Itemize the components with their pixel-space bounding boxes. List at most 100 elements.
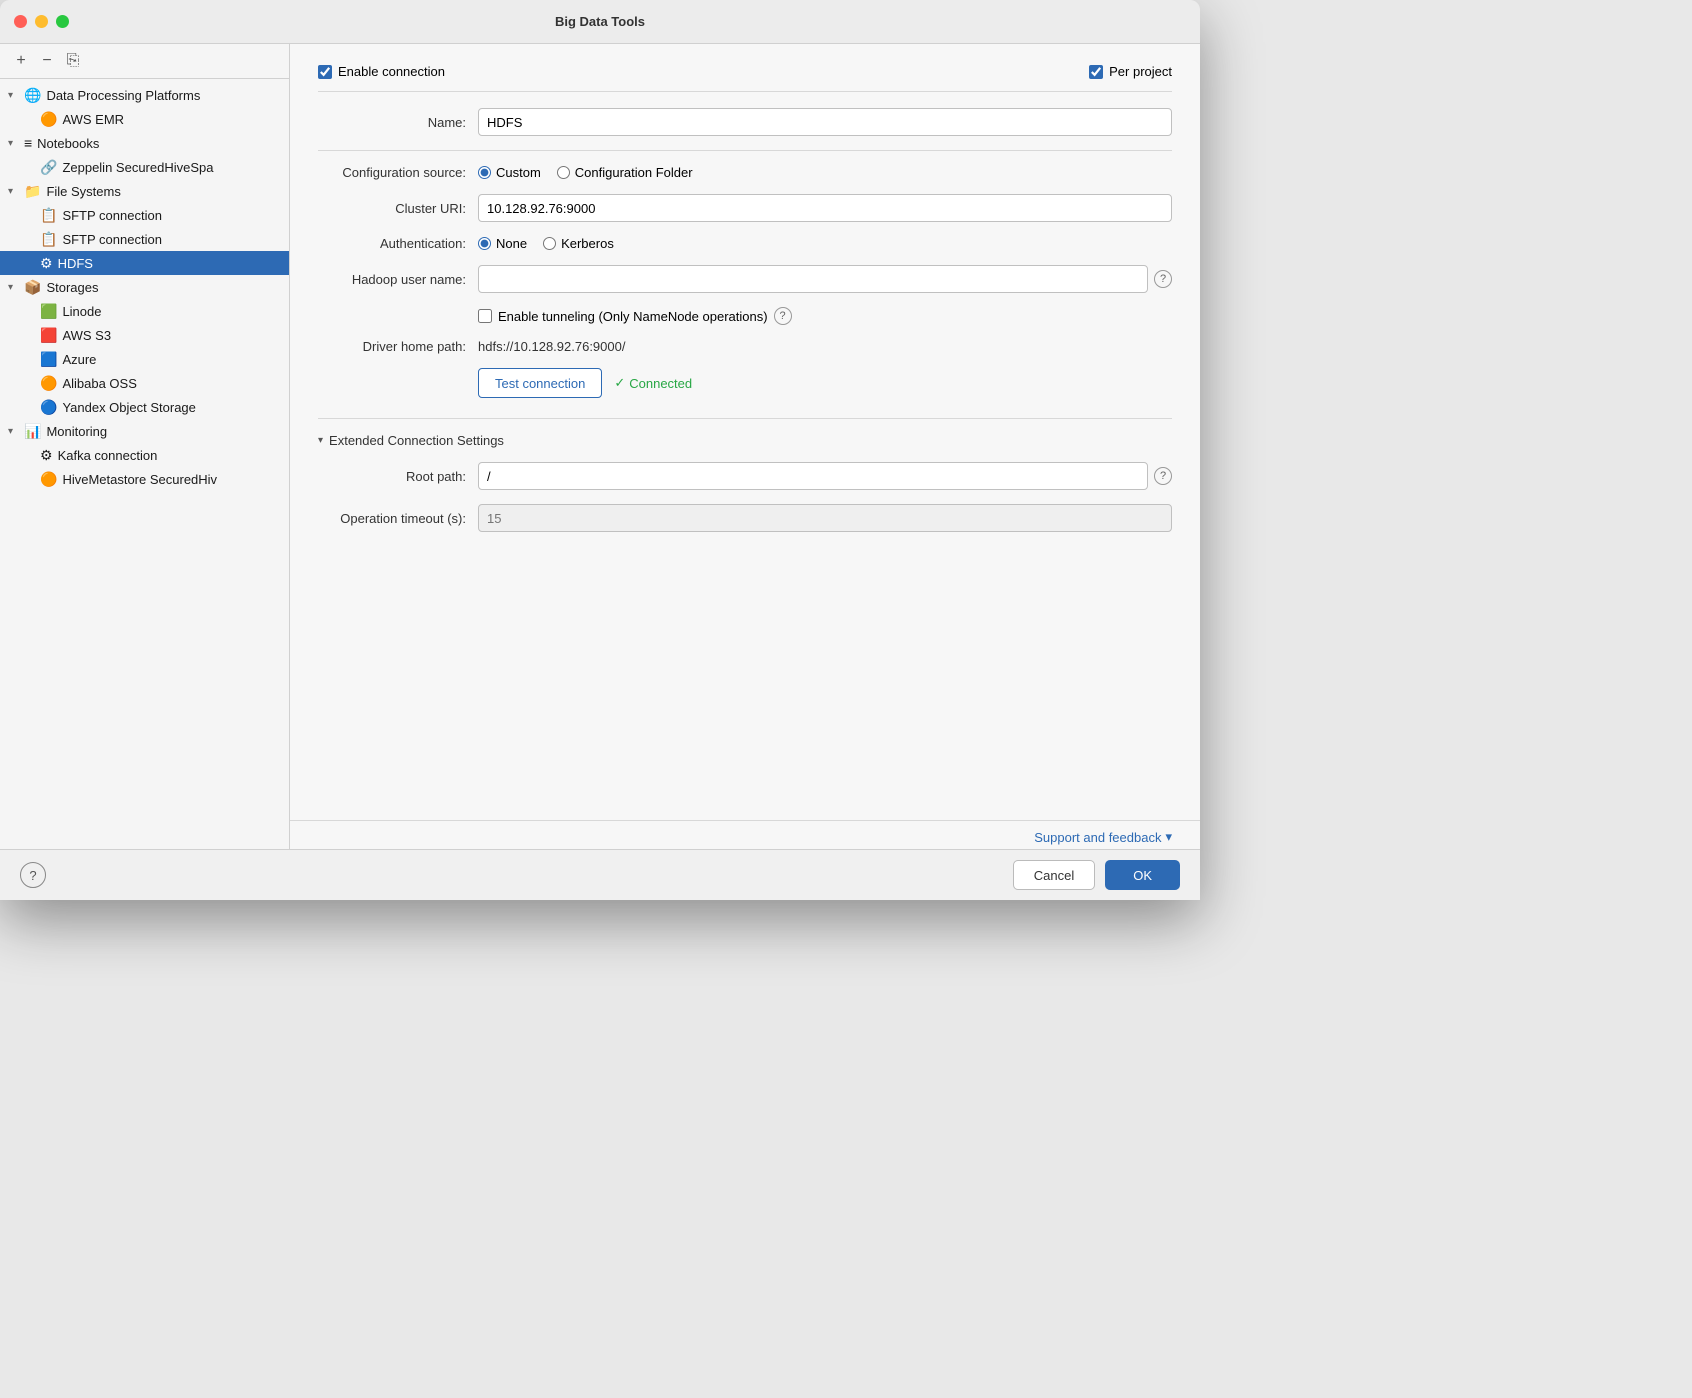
kerberos-radio-label[interactable]: Kerberos <box>543 236 614 251</box>
close-button[interactable] <box>14 15 27 28</box>
copy-button[interactable]: ⎘ <box>62 50 84 72</box>
tunneling-help-icon[interactable]: ? <box>774 307 792 325</box>
top-options-row: Enable connection Per project <box>318 64 1172 92</box>
cluster-uri-input[interactable] <box>478 194 1172 222</box>
title-bar: Big Data Tools <box>0 0 1200 44</box>
enable-connection-label[interactable]: Enable connection <box>318 64 445 79</box>
tree-item-storages[interactable]: ▾📦Storages <box>0 275 289 299</box>
ok-button[interactable]: OK <box>1105 860 1180 890</box>
config-folder-radio-label[interactable]: Configuration Folder <box>557 165 693 180</box>
tree-item-file-systems[interactable]: ▾📁File Systems <box>0 179 289 203</box>
tree-item-sftp-1[interactable]: 📋 SFTP connection <box>0 203 289 227</box>
tree-item-aws-s3[interactable]: 🟥 AWS S3 <box>0 323 289 347</box>
tree-item-label: AWS EMR <box>62 112 124 127</box>
tree-item-linode[interactable]: 🟩 Linode <box>0 299 289 323</box>
extended-settings-header[interactable]: ▾ Extended Connection Settings <box>318 433 1172 448</box>
remove-button[interactable]: − <box>36 50 58 72</box>
tree-item-label: SFTP connection <box>62 208 161 223</box>
name-label: Name: <box>318 115 478 130</box>
config-source-radio-group: Custom Configuration Folder <box>478 165 693 180</box>
per-project-checkbox[interactable] <box>1089 65 1103 79</box>
tree-arrow-icon: ▾ <box>8 138 22 149</box>
maximize-button[interactable] <box>56 15 69 28</box>
operation-timeout-label: Operation timeout (s): <box>318 511 478 526</box>
tree-item-icon: 🟠 <box>40 111 57 128</box>
root-path-input[interactable] <box>478 462 1148 490</box>
tree-item-label: Zeppelin SecuredHiveSpa <box>62 160 213 175</box>
extended-arrow-icon: ▾ <box>318 435 323 446</box>
driver-home-value: hdfs://10.128.92.76:9000/ <box>478 339 625 354</box>
tree-item-icon: 📁 <box>24 183 41 200</box>
name-input[interactable] <box>478 108 1172 136</box>
tree-item-notebooks[interactable]: ▾≡ Notebooks <box>0 131 289 155</box>
tree-item-hdfs[interactable]: ⚙HDFS <box>0 251 289 275</box>
enable-tunneling-label[interactable]: Enable tunneling (Only NameNode operatio… <box>478 309 768 324</box>
tree-item-icon: 🟥 <box>40 327 57 344</box>
tree-item-alibaba[interactable]: 🟠Alibaba OSS <box>0 371 289 395</box>
tree-item-sftp-2[interactable]: 📋 SFTP connection <box>0 227 289 251</box>
section-divider <box>318 418 1172 419</box>
hadoop-user-help-icon[interactable]: ? <box>1154 270 1172 288</box>
tree-item-label: SFTP connection <box>62 232 161 247</box>
help-button[interactable]: ? <box>20 862 46 888</box>
hadoop-user-label: Hadoop user name: <box>318 272 478 287</box>
kerberos-radio[interactable] <box>543 237 556 250</box>
cluster-uri-row: Cluster URI: <box>318 194 1172 222</box>
tree-item-icon: 🟩 <box>40 303 57 320</box>
tree-item-hivemeta[interactable]: 🟠HiveMetastore SecuredHiv <box>0 467 289 491</box>
tree-item-label: Storages <box>46 280 98 295</box>
support-row: Support and feedback ▾ <box>290 820 1200 849</box>
none-radio-label[interactable]: None <box>478 236 527 251</box>
tree-item-label: Alibaba OSS <box>62 376 136 391</box>
tree-item-zeppelin[interactable]: 🔗 Zeppelin SecuredHiveSpa <box>0 155 289 179</box>
support-feedback-link[interactable]: Support and feedback ▾ <box>1034 829 1172 845</box>
per-project-label[interactable]: Per project <box>1089 64 1172 79</box>
tree-item-label: Notebooks <box>37 136 99 151</box>
tree-item-data-processing[interactable]: ▾🌐Data Processing Platforms <box>0 83 289 107</box>
auth-radio-group: None Kerberos <box>478 236 614 251</box>
enable-connection-checkbox[interactable] <box>318 65 332 79</box>
right-panel: Enable connection Per project Name: Conf… <box>290 44 1200 849</box>
hadoop-user-input[interactable] <box>478 265 1148 293</box>
root-path-help-icon[interactable]: ? <box>1154 467 1172 485</box>
hadoop-user-row: Hadoop user name: ? <box>318 265 1172 293</box>
tree-item-icon: ≡ <box>24 135 32 151</box>
none-radio[interactable] <box>478 237 491 250</box>
cluster-uri-label: Cluster URI: <box>318 201 478 216</box>
tree-item-icon: ⚙ <box>40 447 53 464</box>
root-path-label: Root path: <box>318 469 478 484</box>
tree-arrow-icon: ▾ <box>8 186 22 197</box>
tree-item-label: AWS S3 <box>62 328 111 343</box>
tree-item-aws-emr[interactable]: 🟠 AWS EMR <box>0 107 289 131</box>
test-connection-button[interactable]: Test connection <box>478 368 602 398</box>
custom-radio[interactable] <box>478 166 491 179</box>
chevron-down-icon: ▾ <box>1165 829 1172 845</box>
tree-item-icon: 🔗 <box>40 159 57 176</box>
cancel-button[interactable]: Cancel <box>1013 860 1095 890</box>
config-folder-radio[interactable] <box>557 166 570 179</box>
tree: ▾🌐Data Processing Platforms🟠AWS EMR▾≡Not… <box>0 79 289 849</box>
action-buttons: Cancel OK <box>1013 860 1180 890</box>
test-connection-row: Test connection ✓ Connected <box>318 368 1172 398</box>
tree-item-icon: 📊 <box>24 423 41 440</box>
tree-item-label: Linode <box>62 304 101 319</box>
tree-item-icon: ⚙ <box>40 255 53 272</box>
connected-status: ✓ Connected <box>614 375 692 391</box>
traffic-lights[interactable] <box>14 15 69 28</box>
tree-item-monitoring[interactable]: ▾📊Monitoring <box>0 419 289 443</box>
name-row: Name: <box>318 108 1172 151</box>
tree-item-yandex[interactable]: 🔵Yandex Object Storage <box>0 395 289 419</box>
tree-item-kafka[interactable]: ⚙Kafka connection <box>0 443 289 467</box>
enable-tunneling-checkbox[interactable] <box>478 309 492 323</box>
operation-timeout-input[interactable] <box>478 504 1172 532</box>
driver-home-row: Driver home path: hdfs://10.128.92.76:90… <box>318 339 1172 354</box>
minimize-button[interactable] <box>35 15 48 28</box>
tree-item-icon: 📋 <box>40 231 57 248</box>
bottom-bar: ? Cancel OK <box>0 849 1200 900</box>
tree-item-icon: 📋 <box>40 207 57 224</box>
custom-radio-label[interactable]: Custom <box>478 165 541 180</box>
toolbar: + − ⎘ <box>0 44 289 79</box>
tree-item-azure[interactable]: 🟦Azure <box>0 347 289 371</box>
add-button[interactable]: + <box>10 50 32 72</box>
root-path-row: Root path: ? <box>318 462 1172 490</box>
